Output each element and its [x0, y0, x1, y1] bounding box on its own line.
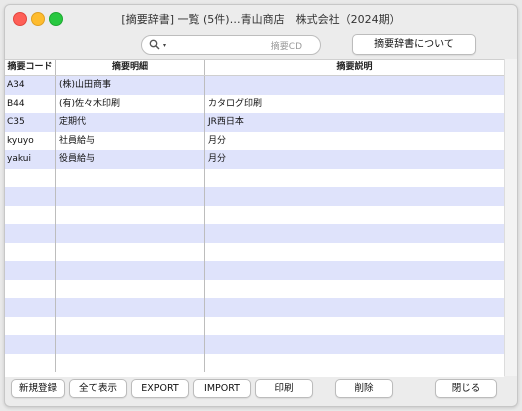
import-button[interactable]: IMPORT	[193, 379, 251, 398]
cell-detail	[56, 242, 205, 261]
cell-code: B44	[5, 94, 56, 113]
cell-description: 月分	[208, 135, 227, 146]
delete-button[interactable]: 削除	[335, 379, 393, 398]
chevron-down-icon: ▾	[163, 42, 167, 49]
cell-detail	[56, 316, 205, 335]
table-row[interactable]	[5, 279, 504, 299]
show-all-button[interactable]: 全て表示	[69, 379, 127, 398]
cell-code	[5, 353, 56, 372]
cell-detail	[56, 187, 205, 206]
table-row[interactable]	[5, 353, 504, 373]
cell-code	[5, 335, 56, 354]
header-detail[interactable]: 摘要明細	[56, 60, 205, 75]
cell-detail: 定期代	[56, 113, 205, 132]
print-button[interactable]: 印刷	[255, 379, 313, 398]
header-code[interactable]: 摘要コード	[5, 60, 56, 75]
scrollbar[interactable]	[504, 59, 517, 376]
table-body: A34 (株)山田商事 B44 (有)佐々木印刷 カタログ印刷 C35 定期代 JR西日本 ky…	[5, 76, 504, 372]
cell-code	[5, 316, 56, 335]
cell-description	[205, 224, 504, 243]
cell-detail	[56, 353, 205, 372]
cell-description	[205, 335, 504, 354]
table-row[interactable]	[5, 316, 504, 336]
table-row[interactable]	[5, 224, 504, 243]
table-row[interactable]: B44 (有)佐々木印刷 カタログ印刷	[5, 94, 504, 113]
cell-description	[205, 298, 504, 317]
table-row[interactable]: C35 定期代 JR西日本	[5, 113, 504, 132]
cell-description	[205, 261, 504, 280]
search-icon	[149, 39, 160, 50]
cell-detail	[56, 168, 205, 187]
cell-code	[5, 298, 56, 317]
cell-detail	[56, 205, 205, 224]
cell-detail: 役員給与	[56, 150, 205, 169]
cell-code: C35	[5, 113, 56, 132]
cell-code	[5, 279, 56, 298]
cell-description	[205, 187, 504, 206]
cell-description	[205, 243, 504, 262]
cell-code	[5, 261, 56, 280]
table-header: 摘要コード 摘要明細 摘要説明	[5, 60, 504, 76]
table-row[interactable]	[5, 205, 504, 225]
cell-description: 月分	[208, 154, 227, 164]
cell-code: kyuyo	[5, 131, 56, 150]
table-row[interactable]	[5, 187, 504, 206]
window: [摘要辞書] 一覧 (5件)…青山商店 株式会社（2024期） ▾ 摘要CD 摘…	[4, 4, 518, 407]
cell-detail	[56, 279, 205, 298]
table-row[interactable]: kyuyo 社員給与 月分	[5, 131, 504, 150]
cell-detail	[56, 224, 205, 243]
cell-code	[5, 242, 56, 261]
cell-description	[205, 206, 504, 225]
search-input[interactable]: ▾ 摘要CD	[141, 35, 321, 55]
table-row[interactable]	[5, 335, 504, 354]
cell-detail	[56, 298, 205, 317]
table-row[interactable]	[5, 242, 504, 262]
table-row[interactable]	[5, 261, 504, 280]
table-row[interactable]: yakui 役員給与 月分	[5, 150, 504, 169]
cell-code	[5, 205, 56, 224]
cell-description	[205, 280, 504, 299]
cell-description	[205, 354, 504, 373]
new-entry-button[interactable]: 新規登録	[11, 379, 65, 398]
cell-detail: 社員給与	[56, 131, 205, 150]
cell-code	[5, 224, 56, 243]
cell-code: A34	[5, 76, 56, 95]
export-button[interactable]: EXPORT	[131, 379, 189, 398]
cell-description: JR西日本	[208, 117, 244, 127]
cell-detail: (有)佐々木印刷	[56, 94, 205, 113]
cell-description	[205, 169, 504, 188]
cell-detail: (株)山田商事	[56, 76, 205, 95]
close-button[interactable]: 閉じる	[435, 379, 497, 398]
cell-detail	[56, 335, 205, 354]
summary-table: 摘要コード 摘要明細 摘要説明 A34 (株)山田商事 B44 (有)佐々木印刷 カタロ…	[5, 59, 504, 377]
cell-code	[5, 187, 56, 206]
cell-description	[205, 76, 504, 95]
window-title: [摘要辞書] 一覧 (5件)…青山商店 株式会社（2024期）	[121, 13, 401, 26]
cell-code: yakui	[5, 150, 56, 169]
about-dictionary-button[interactable]: 摘要辞書について	[352, 34, 476, 55]
titlebar: [摘要辞書] 一覧 (5件)…青山商店 株式会社（2024期）	[5, 5, 517, 31]
cell-detail	[56, 261, 205, 280]
cell-description	[205, 317, 504, 336]
cell-code	[5, 168, 56, 187]
table-row[interactable]: A34 (株)山田商事	[5, 76, 504, 95]
cell-description: カタログ印刷	[208, 98, 263, 109]
search-placeholder: 摘要CD	[270, 42, 302, 52]
table-row[interactable]	[5, 298, 504, 317]
table-row[interactable]	[5, 168, 504, 188]
header-description[interactable]: 摘要説明	[205, 60, 504, 75]
